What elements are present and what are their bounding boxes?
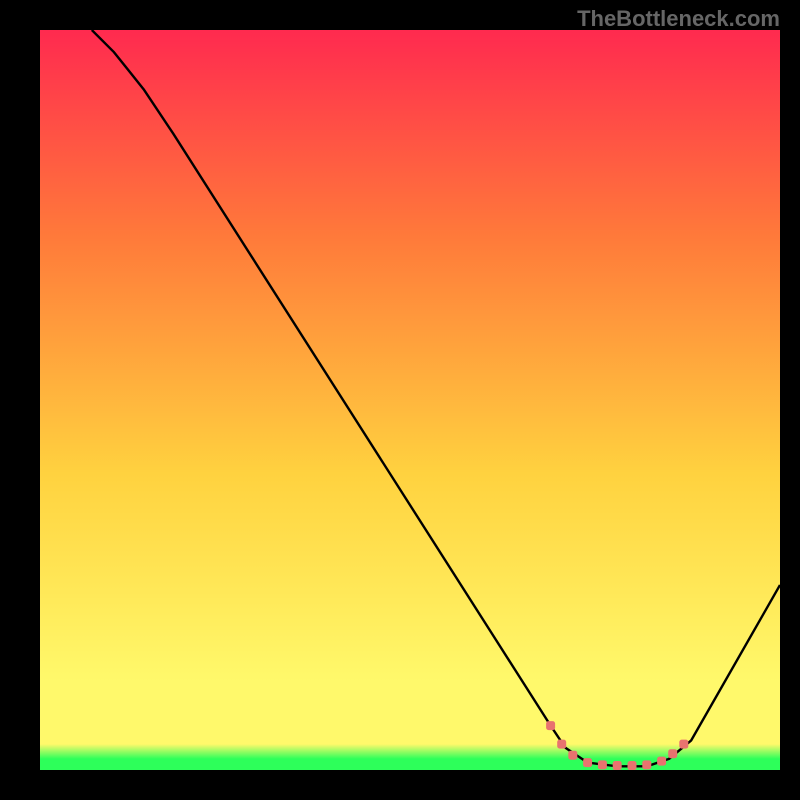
marker-point — [613, 761, 622, 770]
marker-point — [668, 749, 677, 758]
chart-container: TheBottleneck.com — [0, 0, 800, 800]
marker-point — [679, 740, 688, 749]
plot-area — [40, 30, 780, 770]
gradient-background — [40, 30, 780, 770]
marker-point — [583, 758, 592, 767]
marker-point — [642, 760, 651, 769]
marker-point — [628, 761, 637, 770]
watermark-text: TheBottleneck.com — [577, 6, 780, 32]
marker-point — [657, 757, 666, 766]
marker-point — [557, 740, 566, 749]
marker-point — [546, 721, 555, 730]
marker-point — [568, 751, 577, 760]
chart-svg — [40, 30, 780, 770]
marker-point — [598, 760, 607, 769]
